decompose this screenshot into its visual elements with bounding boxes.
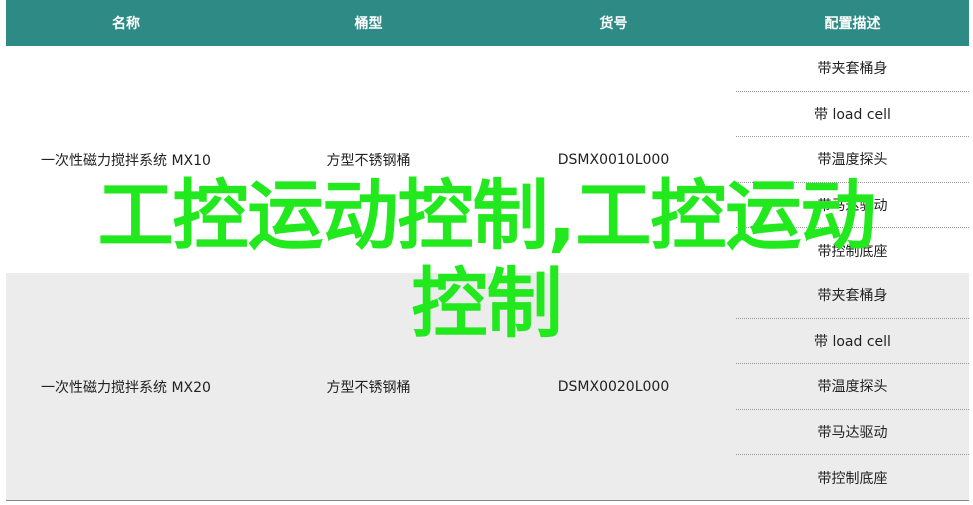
watermark-line-1: 工控运动控制,工控运动 bbox=[97, 171, 877, 260]
header-name: 名称 bbox=[112, 16, 140, 32]
config-item: 带夹套桶身 bbox=[736, 46, 969, 92]
header-sku: 货号 bbox=[599, 16, 628, 32]
config-item: 带温度探头 bbox=[736, 364, 969, 410]
config-item: 带马达驱动 bbox=[736, 410, 969, 456]
config-item: 带 load cell bbox=[736, 92, 969, 138]
header-config: 配置描述 bbox=[824, 16, 881, 32]
table-header: 名称 桶型 货号 配置描述 bbox=[6, 0, 969, 46]
config-item: 带控制底座 bbox=[817, 470, 888, 487]
watermark-line-2: 控制 bbox=[411, 259, 563, 348]
header-bucket-type: 桶型 bbox=[354, 16, 383, 32]
watermark-overlay: 工控运动控制,工控运动 控制 bbox=[0, 172, 973, 348]
